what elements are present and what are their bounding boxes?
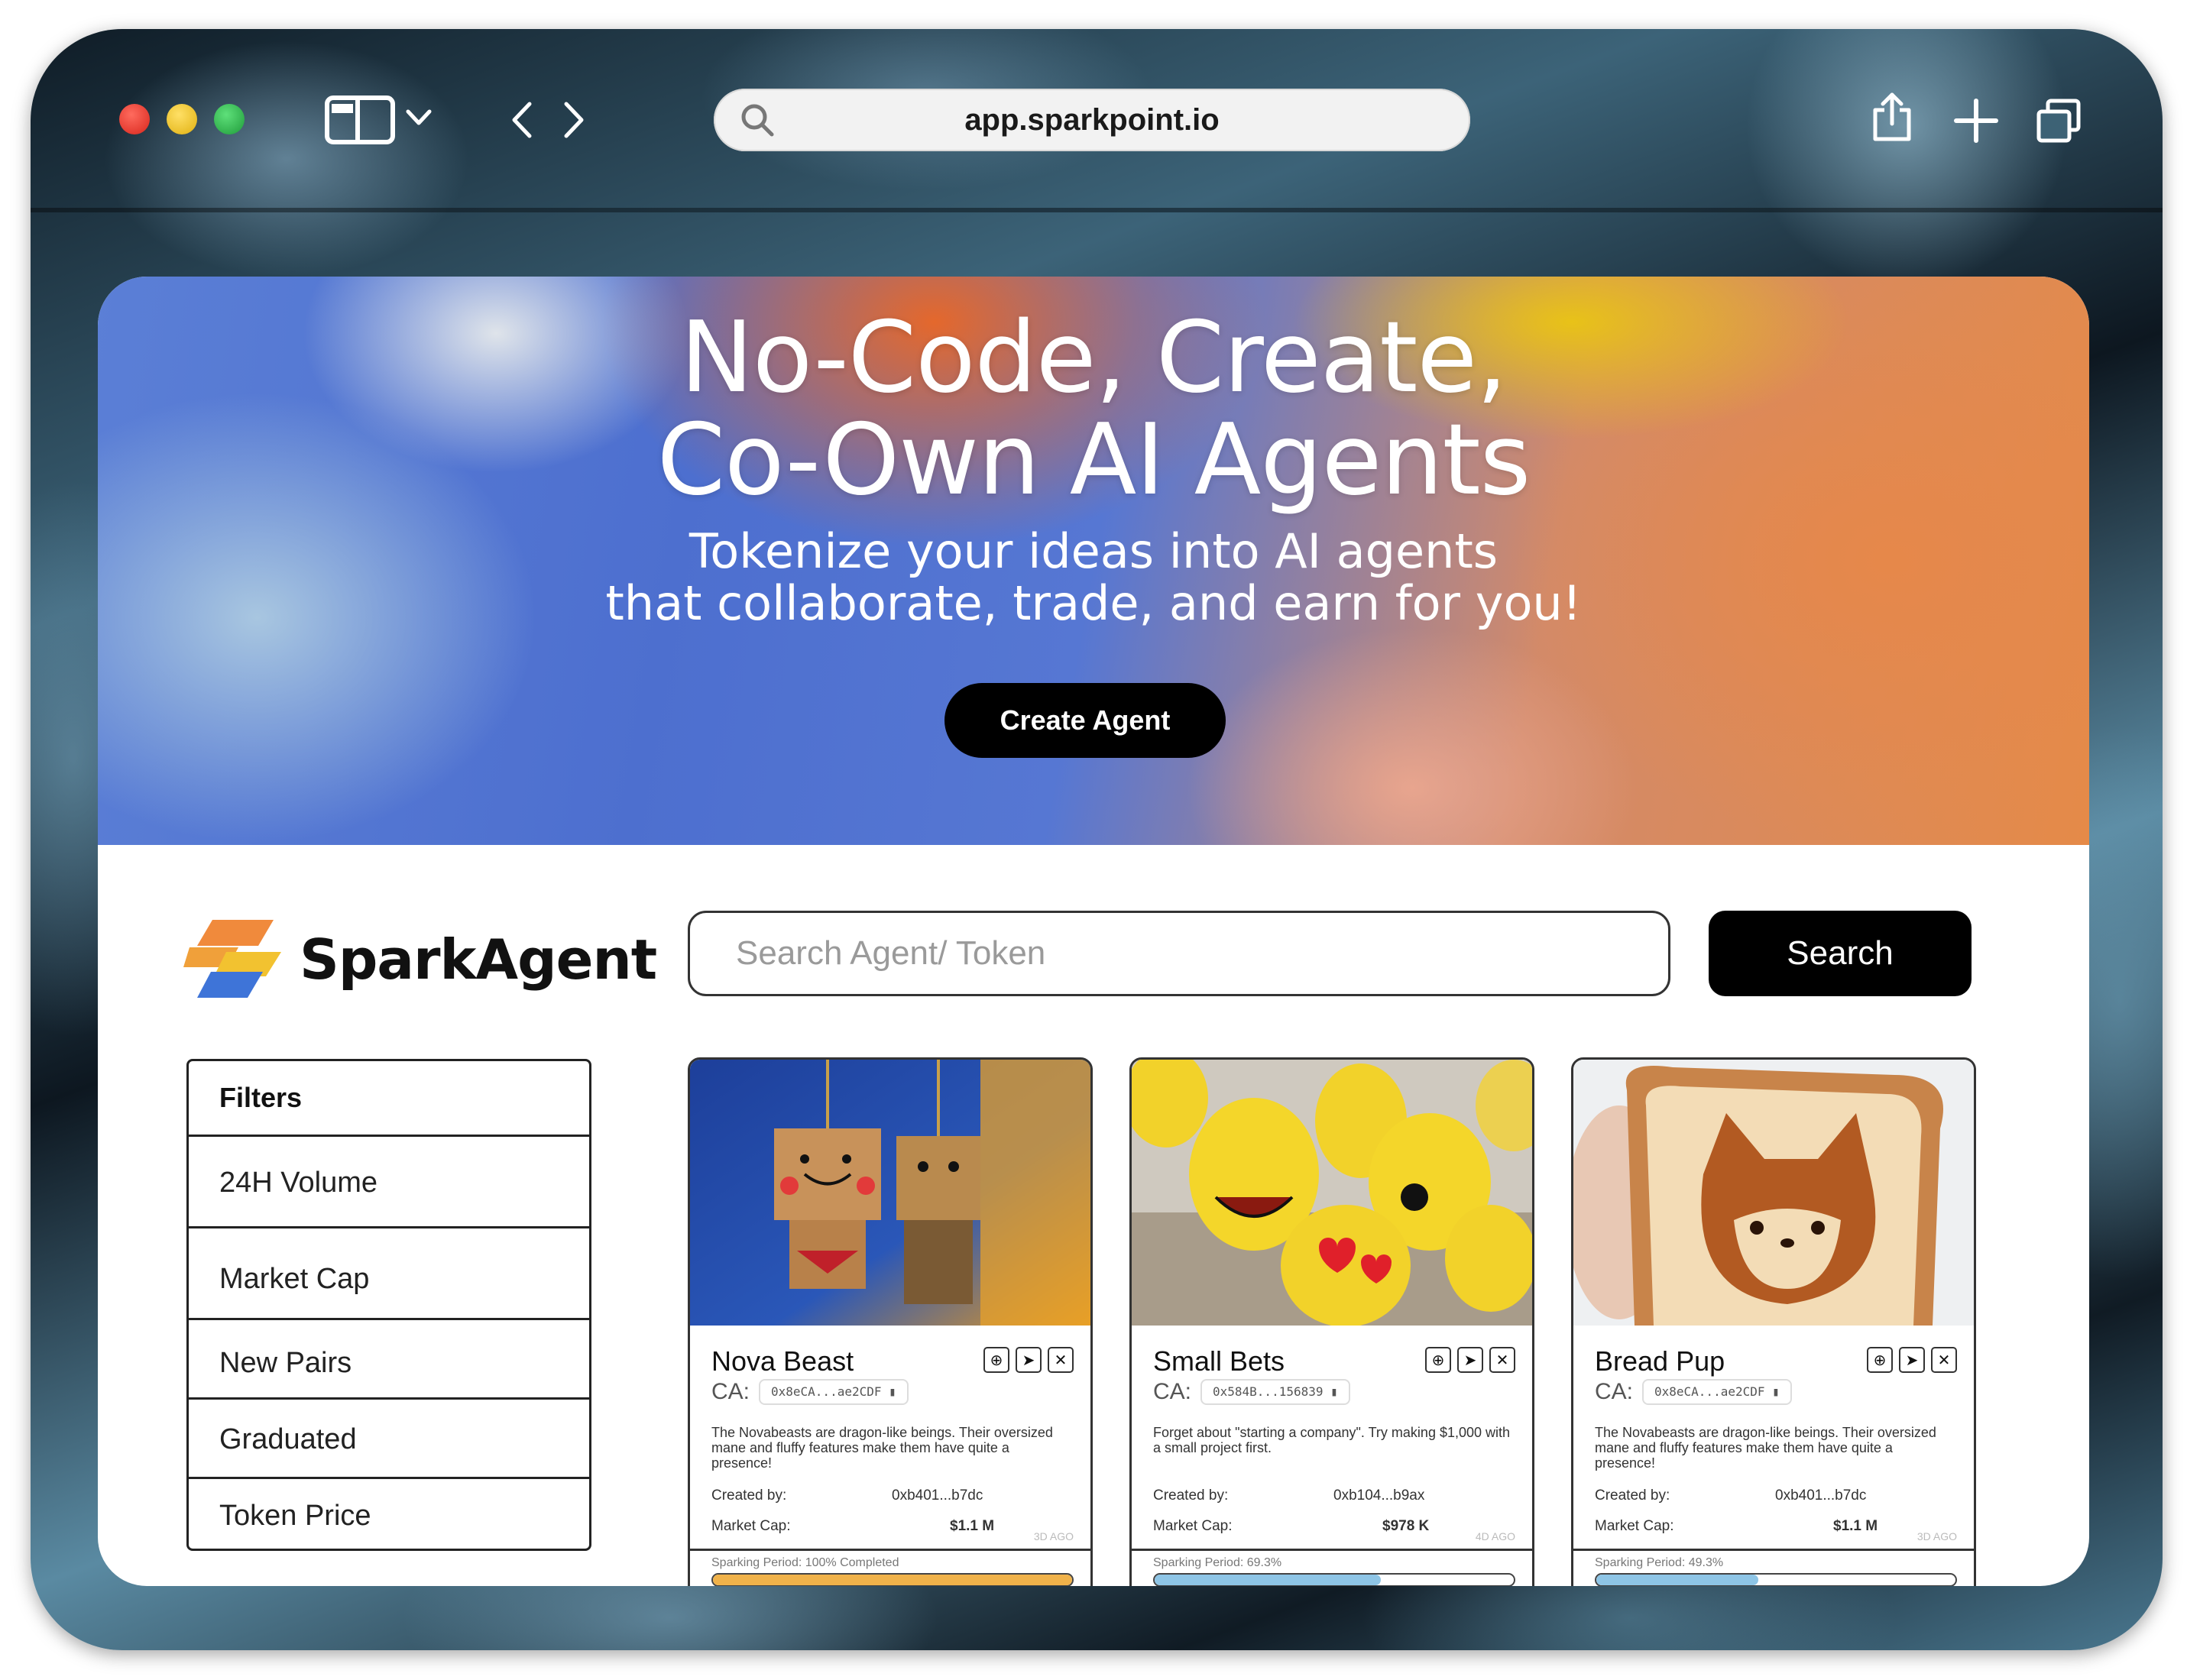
- progress-fill: [713, 1575, 1072, 1585]
- agent-card[interactable]: Bread Pup ⊕ ➤ ✕ CA: 0x8eCA...ae2CDF ▮ Th…: [1571, 1057, 1976, 1586]
- hero-subtitle: Tokenize your ideas into AI agents that …: [98, 526, 2089, 630]
- hero-subtitle-line-1: Tokenize your ideas into AI agents: [688, 523, 1498, 579]
- progress-fill: [1596, 1575, 1758, 1585]
- sparking-progress-bar: [711, 1573, 1074, 1586]
- tabs-icon[interactable]: [2036, 98, 2082, 144]
- age-label: 3D AGO: [1916, 1530, 1957, 1542]
- copy-icon[interactable]: ▮: [1330, 1384, 1338, 1399]
- filter-24h-volume[interactable]: 24H Volume: [189, 1135, 589, 1226]
- created-by-label: Created by:: [711, 1487, 787, 1504]
- agent-links: ⊕ ➤ ✕: [1425, 1347, 1515, 1373]
- sparking-period-text: Sparking Period: 49.3%: [1595, 1556, 1724, 1569]
- market-cap-value: $978 K: [1382, 1518, 1430, 1534]
- brand-name: SparkAgent: [300, 927, 657, 992]
- agent-name: Nova Beast: [711, 1345, 854, 1377]
- ca-label: CA:: [1153, 1379, 1192, 1404]
- age-label: 3D AGO: [1033, 1530, 1074, 1542]
- agent-image-emoji-eggs: [1132, 1060, 1532, 1326]
- toolbar-divider: [31, 208, 2163, 212]
- agent-name: Small Bets: [1153, 1345, 1285, 1377]
- agent-description: The Novabeasts are dragon-like beings. T…: [1595, 1425, 1936, 1471]
- contract-address[interactable]: 0x8eCA...ae2CDF ▮: [1642, 1379, 1792, 1405]
- contract-address-text: 0x8eCA...ae2CDF: [771, 1384, 882, 1399]
- filter-market-cap[interactable]: Market Cap: [189, 1226, 589, 1318]
- market-cap-label: Market Cap:: [711, 1518, 791, 1534]
- globe-icon[interactable]: ⊕: [1867, 1347, 1893, 1373]
- agent-description: Forget about "starting a company". Try m…: [1153, 1425, 1511, 1455]
- hero-banner: No-Code, Create, Co-Own AI Agents Tokeni…: [98, 277, 2089, 845]
- sparking-progress-bar: [1153, 1573, 1515, 1586]
- telegram-icon[interactable]: ➤: [1016, 1347, 1042, 1373]
- search-button[interactable]: Search: [1709, 911, 1972, 996]
- globe-icon[interactable]: ⊕: [1425, 1347, 1451, 1373]
- market-cap-label: Market Cap:: [1595, 1518, 1674, 1534]
- sidebar-icon[interactable]: [324, 95, 396, 145]
- hero-title-line-2: Co-Own AI Agents: [656, 403, 1531, 517]
- chevron-down-icon[interactable]: [405, 108, 433, 127]
- copy-icon[interactable]: ▮: [1772, 1384, 1780, 1399]
- plus-icon[interactable]: [1953, 98, 1999, 144]
- agent-card[interactable]: Nova Beast ⊕ ➤ ✕ CA: 0x8eCA...ae2CDF ▮ T…: [688, 1057, 1093, 1586]
- web-page: No-Code, Create, Co-Own AI Agents Tokeni…: [98, 277, 2089, 1586]
- agent-links: ⊕ ➤ ✕: [1867, 1347, 1957, 1373]
- contract-address[interactable]: 0x584B...156839 ▮: [1200, 1379, 1350, 1405]
- telegram-icon[interactable]: ➤: [1899, 1347, 1925, 1373]
- progress-fill: [1155, 1575, 1382, 1585]
- hero-title-line-1: No-Code, Create,: [680, 301, 1508, 415]
- filter-new-pairs[interactable]: New Pairs: [189, 1318, 589, 1397]
- filters-heading: Filters: [219, 1082, 303, 1113]
- back-icon[interactable]: [510, 101, 533, 139]
- sparking-period-text: Sparking Period: 69.3%: [1153, 1556, 1282, 1569]
- sparking-progress-bar: [1595, 1573, 1957, 1586]
- ca-label: CA:: [1595, 1379, 1634, 1404]
- filter-graduated[interactable]: Graduated: [189, 1397, 589, 1477]
- agent-description: The Novabeasts are dragon-like beings. T…: [711, 1425, 1053, 1471]
- age-label: 4D AGO: [1475, 1530, 1515, 1542]
- x-icon[interactable]: ✕: [1931, 1347, 1957, 1373]
- created-by-value: 0xb104...b9ax: [1333, 1487, 1425, 1504]
- card-divider: [1573, 1549, 1974, 1551]
- share-icon[interactable]: [1871, 92, 1913, 144]
- filters-panel: Filters 24H Volume Market Cap New Pairs …: [186, 1059, 591, 1551]
- telegram-icon[interactable]: ➤: [1457, 1347, 1483, 1373]
- hero-subtitle-line-2: that collaborate, trade, and earn for yo…: [605, 575, 1582, 631]
- created-by-value: 0xb401...b7dc: [892, 1487, 983, 1504]
- url-text: app.sparkpoint.io: [964, 103, 1220, 137]
- ca-label: CA:: [711, 1379, 750, 1404]
- contract-address-text: 0x584B...156839: [1213, 1384, 1324, 1399]
- created-by-value: 0xb401...b7dc: [1775, 1487, 1867, 1504]
- search-input[interactable]: Search Agent/ Token: [688, 911, 1670, 996]
- sparking-period-text: Sparking Period: 100% Completed: [711, 1556, 899, 1569]
- agent-card[interactable]: Small Bets ⊕ ➤ ✕ CA: 0x584B...156839 ▮ F…: [1129, 1057, 1534, 1586]
- zoom-window-button[interactable]: [214, 104, 245, 134]
- market-cap-value: $1.1 M: [1833, 1518, 1878, 1534]
- create-agent-button[interactable]: Create Agent: [944, 683, 1226, 758]
- agent-links: ⊕ ➤ ✕: [983, 1347, 1074, 1373]
- x-icon[interactable]: ✕: [1489, 1347, 1515, 1373]
- contract-address[interactable]: 0x8eCA...ae2CDF ▮: [759, 1379, 909, 1405]
- market-cap-label: Market Cap:: [1153, 1518, 1233, 1534]
- x-icon[interactable]: ✕: [1048, 1347, 1074, 1373]
- card-divider: [1132, 1549, 1532, 1551]
- agent-image-robots: [690, 1060, 1090, 1326]
- minimize-window-button[interactable]: [167, 104, 197, 134]
- agent-image-bread-pup: [1573, 1060, 1974, 1326]
- card-divider: [690, 1549, 1090, 1551]
- market-cap-value: $1.1 M: [950, 1518, 995, 1534]
- contract-address-text: 0x8eCA...ae2CDF: [1654, 1384, 1765, 1399]
- sparkagent-logo[interactable]: [183, 917, 283, 1005]
- copy-icon[interactable]: ▮: [889, 1384, 896, 1399]
- agent-name: Bread Pup: [1595, 1345, 1725, 1377]
- filter-token-price[interactable]: Token Price: [189, 1477, 589, 1549]
- forward-icon[interactable]: [562, 101, 585, 139]
- globe-icon[interactable]: ⊕: [983, 1347, 1009, 1373]
- address-bar[interactable]: app.sparkpoint.io: [714, 89, 1470, 151]
- hero-title: No-Code, Create, Co-Own AI Agents: [98, 307, 2089, 512]
- created-by-label: Created by:: [1595, 1487, 1670, 1504]
- close-window-button[interactable]: [119, 104, 150, 134]
- created-by-label: Created by:: [1153, 1487, 1229, 1504]
